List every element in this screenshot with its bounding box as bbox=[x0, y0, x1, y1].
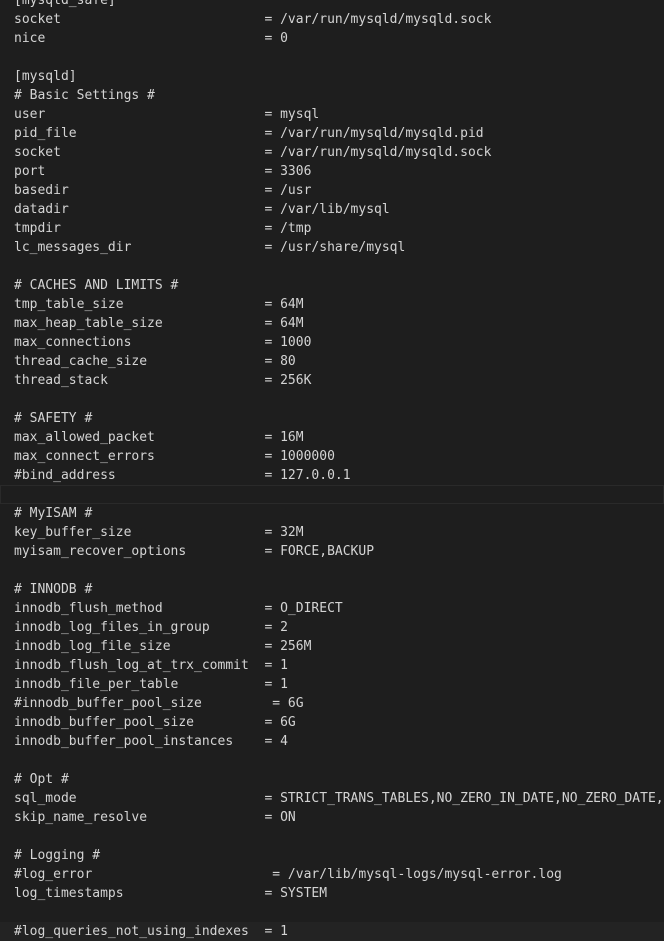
code-line[interactable]: datadir = /var/lib/mysql bbox=[0, 200, 664, 219]
code-line[interactable]: # Opt # bbox=[0, 770, 664, 789]
code-line[interactable]: port = 3306 bbox=[0, 162, 664, 181]
code-line[interactable]: thread_stack = 256K bbox=[0, 371, 664, 390]
code-line[interactable]: # INNODB # bbox=[0, 580, 664, 599]
code-line[interactable]: skip_name_resolve = ON bbox=[0, 808, 664, 827]
code-line[interactable]: lc_messages_dir = /usr/share/mysql bbox=[0, 238, 664, 257]
code-line[interactable]: # Basic Settings # bbox=[0, 86, 664, 105]
code-line[interactable]: max_allowed_packet = 16M bbox=[0, 428, 664, 447]
code-line[interactable]: nice = 0 bbox=[0, 29, 664, 48]
code-line[interactable]: #log_error = /var/lib/mysql-logs/mysql-e… bbox=[0, 865, 664, 884]
code-line[interactable]: # SAFETY # bbox=[0, 409, 664, 428]
code-line[interactable]: log_timestamps = SYSTEM bbox=[0, 884, 664, 903]
code-line[interactable]: tmpdir = /tmp bbox=[0, 219, 664, 238]
code-line[interactable]: thread_cache_size = 80 bbox=[0, 352, 664, 371]
code-line[interactable]: max_heap_table_size = 64M bbox=[0, 314, 664, 333]
code-line[interactable]: # MyISAM # bbox=[0, 504, 664, 523]
code-line[interactable]: # CACHES AND LIMITS # bbox=[0, 276, 664, 295]
code-line[interactable]: max_connect_errors = 1000000 bbox=[0, 447, 664, 466]
code-line[interactable]: # Logging # bbox=[0, 846, 664, 865]
code-line[interactable]: pid_file = /var/run/mysqld/mysqld.pid bbox=[0, 124, 664, 143]
code-line[interactable]: innodb_buffer_pool_instances = 4 bbox=[0, 732, 664, 751]
code-line[interactable]: innodb_log_file_size = 256M bbox=[0, 637, 664, 656]
code-line[interactable]: #innodb_buffer_pool_size = 6G bbox=[0, 694, 664, 713]
code-line[interactable]: socket = /var/run/mysqld/mysqld.sock bbox=[0, 10, 664, 29]
code-line[interactable]: innodb_log_files_in_group = 2 bbox=[0, 618, 664, 637]
code-line[interactable] bbox=[0, 827, 664, 846]
code-line[interactable]: #bind_address = 127.0.0.1 bbox=[0, 466, 664, 485]
code-line[interactable]: [mysqld] bbox=[0, 67, 664, 86]
code-line[interactable]: socket = /var/run/mysqld/mysqld.sock bbox=[0, 143, 664, 162]
code-line[interactable]: basedir = /usr bbox=[0, 181, 664, 200]
code-line[interactable]: #log_queries_not_using_indexes = 1 bbox=[0, 922, 664, 941]
code-line[interactable]: key_buffer_size = 32M bbox=[0, 523, 664, 542]
code-line[interactable] bbox=[0, 561, 664, 580]
code-line[interactable] bbox=[0, 257, 664, 276]
code-line[interactable]: innodb_flush_log_at_trx_commit = 1 bbox=[0, 656, 664, 675]
code-editor[interactable]: [mysqld_safe] socket = /var/run/mysqld/m… bbox=[0, 0, 664, 941]
code-line[interactable]: innodb_buffer_pool_size = 6G bbox=[0, 713, 664, 732]
code-line[interactable]: [mysqld_safe] bbox=[0, 0, 664, 10]
current-code-line[interactable] bbox=[0, 485, 664, 504]
code-line[interactable]: innodb_flush_method = O_DIRECT bbox=[0, 599, 664, 618]
code-line[interactable]: innodb_file_per_table = 1 bbox=[0, 675, 664, 694]
code-line[interactable]: myisam_recover_options = FORCE,BACKUP bbox=[0, 542, 664, 561]
code-line[interactable] bbox=[0, 390, 664, 409]
code-line[interactable]: user = mysql bbox=[0, 105, 664, 124]
code-line[interactable] bbox=[0, 48, 664, 67]
code-line[interactable]: tmp_table_size = 64M bbox=[0, 295, 664, 314]
code-line[interactable] bbox=[0, 751, 664, 770]
code-line[interactable]: sql_mode = STRICT_TRANS_TABLES,NO_ZERO_I… bbox=[0, 789, 664, 808]
code-line[interactable]: max_connections = 1000 bbox=[0, 333, 664, 352]
code-line[interactable] bbox=[0, 903, 664, 922]
